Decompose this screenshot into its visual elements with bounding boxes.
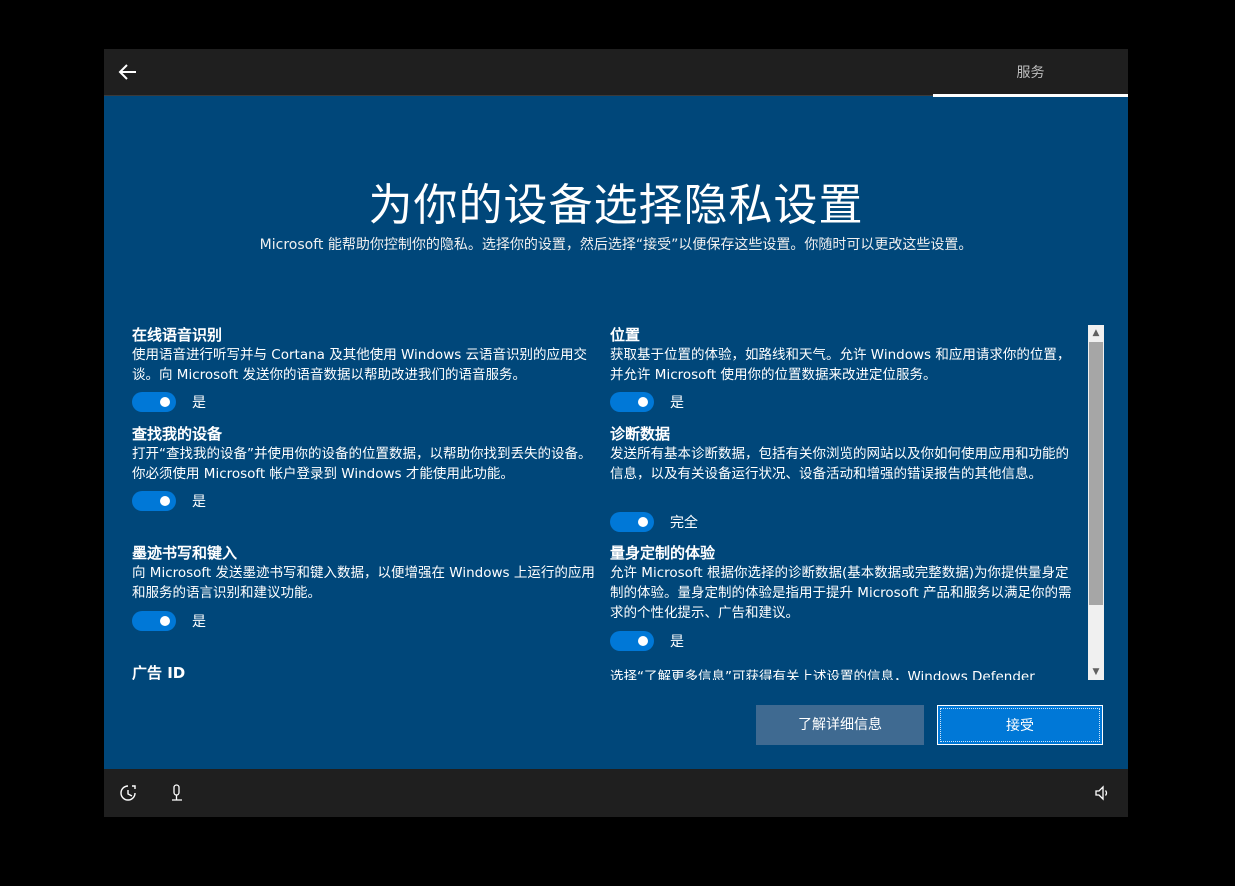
find-my-device-toggle[interactable] (132, 491, 176, 511)
back-button[interactable] (114, 58, 142, 86)
toggle-row-location: 是 (610, 391, 684, 413)
ease-of-access-button[interactable] (118, 783, 138, 803)
setting-tailored-experiences: 量身定制的体验 允许 Microsoft 根据你选择的诊断数据(基本数据或完整数… (610, 543, 1075, 623)
bottom-bar (104, 769, 1128, 817)
setting-find-my-device: 查找我的设备 打开“查找我的设备”并使用你的设备的位置数据，以帮助你找到丢失的设… (132, 424, 597, 484)
toggle-row-online-speech: 是 (132, 391, 206, 413)
settings-list[interactable]: 在线语音识别 使用语音进行听写并与 Cortana 及其他使用 Windows … (132, 325, 1102, 680)
tailored-experiences-toggle[interactable] (610, 631, 654, 651)
toggle-row-tailored-experiences: 是 (610, 630, 684, 652)
toggle-label: 是 (192, 494, 206, 510)
toggle-row-inking-typing: 是 (132, 610, 206, 632)
setting-inking-typing: 墨迹书写和键入 向 Microsoft 发送墨迹书写和键入数据，以便增强在 Wi… (132, 543, 597, 603)
setting-description: 使用语音进行听写并与 Cortana 及其他使用 Windows 云语音识别的应… (132, 347, 588, 383)
top-bar: 服务 (104, 49, 1128, 97)
diagnostic-data-toggle[interactable] (610, 512, 654, 532)
page-title: 为你的设备选择隐私设置 (368, 180, 864, 231)
setting-more-info-note: 选择“了解更多信息”可获得有关上述设置的信息，Windows Defender (610, 667, 1075, 680)
setting-title: 位置 (610, 326, 641, 344)
toggle-label: 是 (192, 614, 206, 630)
toggle-label: 完全 (670, 515, 698, 531)
oobe-window: 服务 为你的设备选择隐私设置 Microsoft 能帮助你控制你的隐私。选择你的… (104, 49, 1128, 817)
toggle-label: 是 (192, 395, 206, 411)
inking-typing-toggle[interactable] (132, 611, 176, 631)
ease-of-access-icon (120, 785, 136, 801)
setting-description: 发送所有基本诊断数据，包括有关你浏览的网站以及你如何使用应用和功能的信息，以及有… (610, 446, 1069, 482)
setting-description: 选择“了解更多信息”可获得有关上述设置的信息，Windows Defender (610, 669, 1035, 680)
online-speech-toggle[interactable] (132, 392, 176, 412)
tab-underline (933, 94, 1128, 97)
toggle-row-diagnostic-data: 完全 (610, 511, 698, 533)
setting-title: 查找我的设备 (132, 425, 223, 443)
toggle-label: 是 (670, 395, 684, 411)
toggle-label: 是 (670, 634, 684, 650)
setting-description: 允许 Microsoft 根据你选择的诊断数据(基本数据或完整数据)为你提供量身… (610, 565, 1072, 621)
setting-diagnostic-data: 诊断数据 发送所有基本诊断数据，包括有关你浏览的网站以及你如何使用应用和功能的信… (610, 424, 1075, 484)
setting-description: 向 Microsoft 发送墨迹书写和键入数据，以便增强在 Windows 上运… (132, 565, 595, 601)
scroll-down-icon[interactable]: ▼ (1088, 664, 1104, 680)
learn-more-button[interactable]: 了解详细信息 (756, 705, 924, 745)
scroll-up-icon[interactable]: ▲ (1088, 325, 1104, 341)
microphone-icon (172, 784, 182, 801)
setting-advertising-id: 广告 ID (132, 663, 597, 680)
accept-button-label: 接受 (940, 708, 1100, 742)
setting-title: 广告 ID (132, 664, 186, 680)
volume-icon (1095, 785, 1108, 801)
back-arrow-icon (118, 64, 136, 80)
setting-title: 在线语音识别 (132, 326, 223, 344)
accept-button[interactable]: 接受 (937, 705, 1103, 745)
scrollbar-thumb[interactable] (1089, 342, 1103, 605)
setting-description: 获取基于位置的体验，如路线和天气。允许 Windows 和应用请求你的位置，并允… (610, 347, 1071, 383)
page-subtitle: Microsoft 能帮助你控制你的隐私。选择你的设置，然后选择“接受”以便保存… (259, 237, 973, 253)
setting-title: 诊断数据 (610, 425, 671, 443)
toggle-row-find-my-device: 是 (132, 490, 206, 512)
setting-description: 打开“查找我的设备”并使用你的设备的位置数据，以帮助你找到丢失的设备。你必须使用… (132, 446, 592, 482)
setting-title: 墨迹书写和键入 (132, 544, 238, 562)
volume-button[interactable] (1092, 783, 1112, 803)
setting-online-speech: 在线语音识别 使用语音进行听写并与 Cortana 及其他使用 Windows … (132, 325, 597, 385)
setting-title: 量身定制的体验 (610, 544, 716, 562)
location-toggle[interactable] (610, 392, 654, 412)
settings-scrollbar[interactable]: ▲ ▼ (1088, 325, 1104, 680)
tab-services[interactable]: 服务 (933, 49, 1128, 95)
setting-location: 位置 获取基于位置的体验，如路线和天气。允许 Windows 和应用请求你的位置… (610, 325, 1075, 385)
microphone-button[interactable] (167, 783, 187, 803)
